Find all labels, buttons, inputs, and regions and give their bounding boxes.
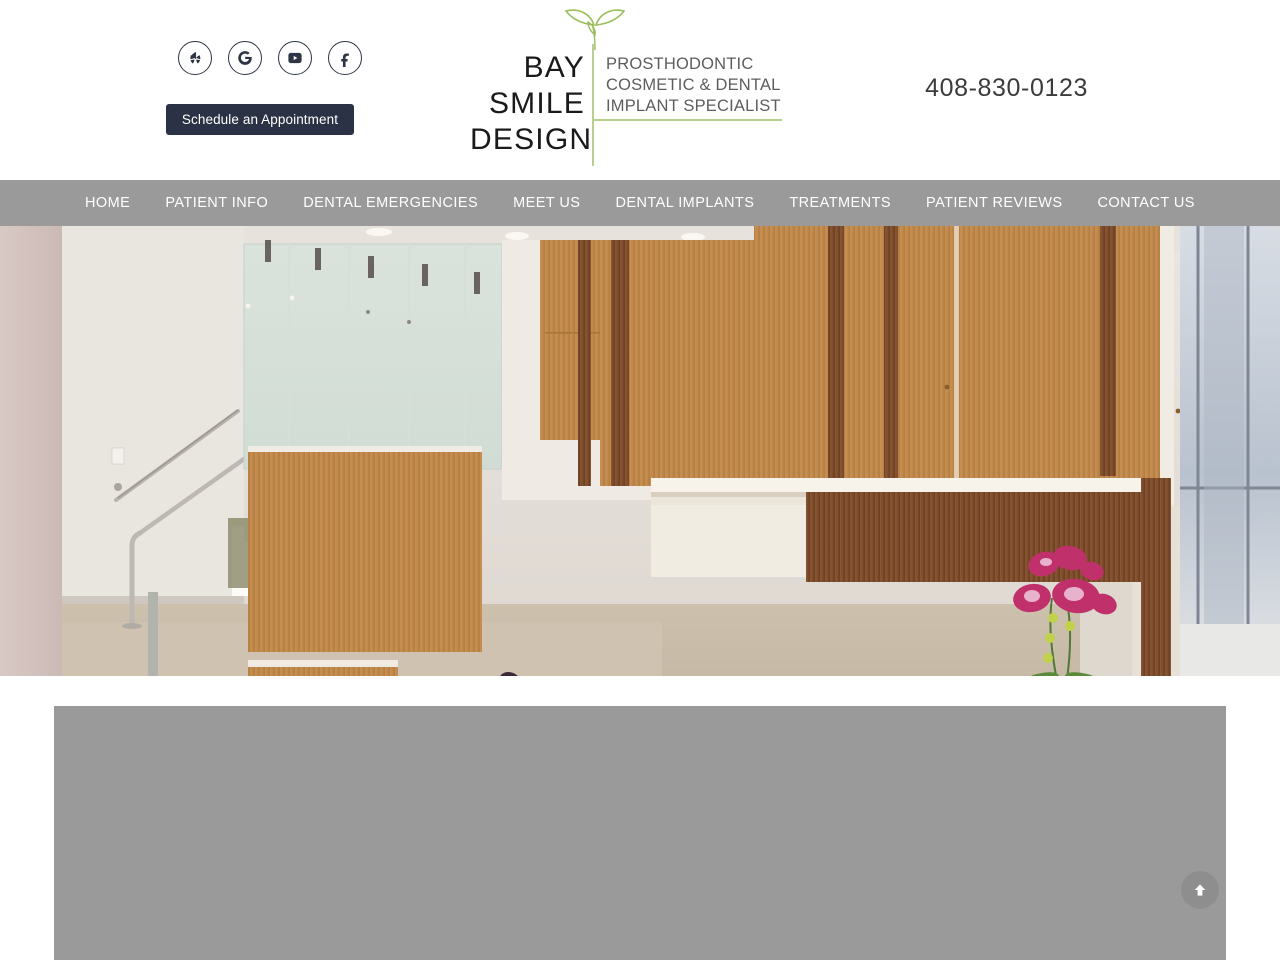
social-links [178, 41, 362, 75]
logo-tagline-line2: COSMETIC & DENTAL [606, 76, 781, 94]
facebook-icon[interactable] [328, 41, 362, 75]
arrow-up-icon [1194, 884, 1206, 896]
nav-item-meet-us[interactable]: MEET US [513, 195, 580, 211]
yelp-icon[interactable] [178, 41, 212, 75]
youtube-icon[interactable] [278, 41, 312, 75]
site-header: Schedule an Appointment BAY SMILE DESIGN… [0, 0, 1280, 180]
nav-item-home[interactable]: HOME [85, 195, 130, 211]
logo-name-line3: DESIGN [470, 123, 593, 156]
logo-name: BAY SMILE DESIGN [470, 50, 593, 158]
logo-tagline: PROSTHODONTIC COSMETIC & DENTAL IMPLANT … [606, 54, 781, 117]
nav-item-contact-us[interactable]: CONTACT US [1098, 195, 1195, 211]
sprout-icon [564, 9, 626, 51]
logo-name-line1: BAY [523, 51, 585, 84]
content-section [0, 676, 1280, 960]
site-logo[interactable]: BAY SMILE DESIGN PROSTHODONTIC COSMETIC … [470, 6, 790, 166]
logo-divider-horizontal [592, 119, 782, 121]
nav-item-dental-implants[interactable]: DENTAL IMPLANTS [615, 195, 754, 211]
logo-name-line2: SMILE [488, 87, 585, 120]
scroll-to-top-button[interactable] [1181, 871, 1219, 909]
hero-image [0, 226, 1280, 676]
nav-item-treatments[interactable]: TREATMENTS [789, 195, 891, 211]
logo-divider-vertical [592, 44, 594, 166]
phone-number[interactable]: 408-830-0123 [925, 74, 1088, 103]
schedule-appointment-button[interactable]: Schedule an Appointment [166, 104, 354, 135]
google-icon[interactable] [228, 41, 262, 75]
main-navigation: HOME PATIENT INFO DENTAL EMERGENCIES MEE… [0, 180, 1280, 226]
logo-tagline-line1: PROSTHODONTIC [606, 55, 754, 73]
nav-item-patient-reviews[interactable]: PATIENT REVIEWS [926, 195, 1062, 211]
logo-tagline-line3: IMPLANT SPECIALIST [606, 97, 781, 115]
content-placeholder [54, 706, 1226, 960]
nav-item-patient-info[interactable]: PATIENT INFO [165, 195, 268, 211]
hero-banner [0, 226, 1280, 676]
nav-item-dental-emergencies[interactable]: DENTAL EMERGENCIES [303, 195, 478, 211]
